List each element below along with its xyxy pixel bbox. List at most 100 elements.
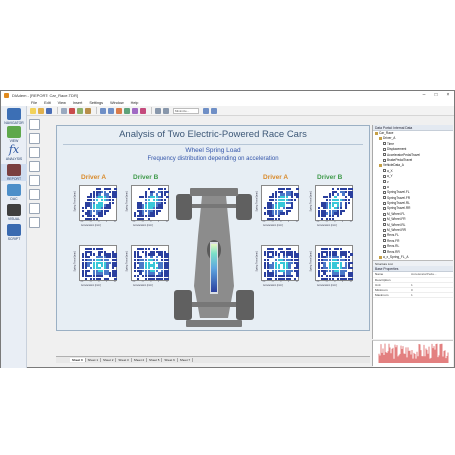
zoom-combo[interactable]: Minimize... xyxy=(173,107,199,114)
chart-icon[interactable] xyxy=(116,107,122,114)
zoom-out-icon[interactable] xyxy=(163,107,169,114)
menu-settings[interactable]: Settings xyxy=(89,101,103,105)
heatmap-plot[interactable]: Spring Travel [mm] Acceleration [m/s²] -10… xyxy=(71,244,119,288)
menu-insert[interactable]: Insert xyxy=(73,101,83,105)
plot-frame xyxy=(261,185,299,221)
text-object-icon[interactable] xyxy=(29,175,40,186)
nav-analysis[interactable]: fx ANALYSIS xyxy=(1,144,27,162)
heatmap-plot[interactable]: Spring Travel [mm] Acceleration [m/s²] -10… xyxy=(307,244,355,288)
sheet-tab[interactable]: Sheet 1 xyxy=(86,358,102,362)
nav-visual[interactable]: VISUAL xyxy=(1,204,27,221)
property-value xyxy=(411,278,453,282)
channel-icon xyxy=(383,212,386,216)
sheet-tab[interactable]: Sheet 0 xyxy=(70,358,86,362)
tick-label: -10 xyxy=(132,281,136,283)
line-object-icon[interactable] xyxy=(29,203,40,214)
plot-x-axis-label: Acceleration [m/s²] xyxy=(263,284,283,287)
tree-item-label: a xyxy=(387,184,389,189)
menu-edit[interactable]: Edit xyxy=(44,101,51,105)
maximize-icon[interactable]: □ xyxy=(430,91,442,99)
tick-label: -5 xyxy=(325,221,328,223)
paste-icon[interactable] xyxy=(85,107,91,114)
plot-x-axis-label: Acceleration [m/s²] xyxy=(133,284,153,287)
nav-report[interactable]: REPORT xyxy=(1,164,27,181)
save-icon[interactable] xyxy=(46,107,52,114)
redo-icon[interactable] xyxy=(108,107,114,114)
channel-icon xyxy=(383,158,386,162)
heatmap-cell xyxy=(350,261,353,264)
plot-frame xyxy=(315,185,353,221)
menu-view[interactable]: View xyxy=(58,101,66,105)
nav-navigator[interactable]: NAVIGATOR xyxy=(1,108,27,125)
channel-icon xyxy=(383,250,386,254)
plot-x-ticks: -10 -5 0 5 10 xyxy=(262,281,298,283)
tree-item-label: v xyxy=(387,179,389,184)
heatmap-cell xyxy=(296,196,299,199)
image-icon[interactable] xyxy=(140,107,146,114)
shape-object-icon[interactable] xyxy=(29,217,40,228)
grid-icon[interactable] xyxy=(211,107,217,114)
heatmap-cell xyxy=(288,209,291,212)
minimize-icon[interactable]: – xyxy=(418,91,430,99)
plot-frame xyxy=(79,185,117,221)
navigator-icon xyxy=(7,108,21,120)
sheet-tab[interactable]: Sheet 5 xyxy=(147,358,163,362)
color-scale-bar xyxy=(211,244,217,292)
nav-label: REPORT xyxy=(6,177,22,181)
close-icon[interactable]: × xyxy=(442,91,454,99)
plot-frame xyxy=(79,245,117,281)
menu-window[interactable]: Window xyxy=(110,101,124,105)
table-icon[interactable] xyxy=(124,107,130,114)
heatmap-cell xyxy=(293,198,297,202)
plot-x-ticks: -10 -5 0 5 10 xyxy=(316,221,352,223)
nav-script[interactable]: SCRIPT xyxy=(1,224,27,241)
tick-label: 10 xyxy=(295,281,298,283)
text-icon[interactable] xyxy=(132,107,138,114)
plot-x-axis-label: Acceleration [m/s²] xyxy=(81,224,101,227)
bar-chart-icon[interactable] xyxy=(29,161,40,172)
align-icon[interactable] xyxy=(203,107,209,114)
sheet-tab[interactable]: Sheet 4 xyxy=(132,358,148,362)
new-file-icon[interactable] xyxy=(30,107,36,114)
print-icon[interactable] xyxy=(61,107,67,114)
heatmap-plot[interactable]: Spring Travel [mm] Acceleration [m/s²] -10… xyxy=(307,184,355,228)
axis-system-icon[interactable] xyxy=(29,119,40,130)
heatmap-plot[interactable]: Spring Travel [mm] Acceleration [m/s²] -10… xyxy=(253,244,301,288)
report-sheet[interactable]: Analysis of Two Electric-Powered Race Ca… xyxy=(56,125,370,331)
sheet-tab[interactable]: Sheet 6 xyxy=(162,358,178,362)
copy-icon[interactable] xyxy=(77,107,83,114)
sheet-tab[interactable]: Sheet 7 xyxy=(178,358,194,362)
tick-label: -10 xyxy=(316,281,320,283)
heatmap-cell xyxy=(109,206,112,210)
tick-label: 0 xyxy=(280,221,282,223)
tick-label: 10 xyxy=(113,281,116,283)
heatmap-cell xyxy=(103,212,106,215)
channel-icon xyxy=(383,174,386,178)
nav-dac[interactable]: DAC xyxy=(1,184,27,201)
plot-x-ticks: -10 -5 0 5 10 xyxy=(80,281,116,283)
polar-plot-icon[interactable] xyxy=(29,147,40,158)
heatmap-cell xyxy=(114,264,117,267)
table-object-icon[interactable] xyxy=(29,133,40,144)
open-folder-icon[interactable] xyxy=(38,107,44,114)
app-icon xyxy=(4,92,9,98)
group-icon xyxy=(379,164,382,167)
channel-icon xyxy=(383,244,386,248)
cut-icon[interactable] xyxy=(69,107,75,114)
heatmap-plot[interactable]: Spring Travel [mm] Acceleration [m/s²] -10… xyxy=(71,184,119,228)
menu-file[interactable]: File xyxy=(31,101,37,105)
zoom-in-icon[interactable] xyxy=(155,107,161,114)
heatmap-plot[interactable]: Spring Travel [mm] Acceleration [m/s²] -10… xyxy=(123,184,171,228)
image-object-icon[interactable] xyxy=(29,189,40,200)
heatmap-plot[interactable]: Spring Travel [mm] Acceleration [m/s²] -10… xyxy=(123,244,171,288)
sheet-tab[interactable]: Sheet 2 xyxy=(101,358,117,362)
tick-label: -5 xyxy=(89,221,92,223)
menu-help[interactable]: Help xyxy=(131,101,139,105)
nav-view[interactable]: VIEW xyxy=(1,126,27,143)
property-row[interactable]: Maximum 1 xyxy=(373,293,453,299)
heatmap-cell xyxy=(114,196,117,199)
sheet-tab[interactable]: Sheet 3 xyxy=(116,358,132,362)
undo-icon[interactable] xyxy=(100,107,106,114)
tick-label: -10 xyxy=(262,221,266,223)
heatmap-plot[interactable]: Spring Travel [mm] Acceleration [m/s²] -10… xyxy=(253,184,301,228)
